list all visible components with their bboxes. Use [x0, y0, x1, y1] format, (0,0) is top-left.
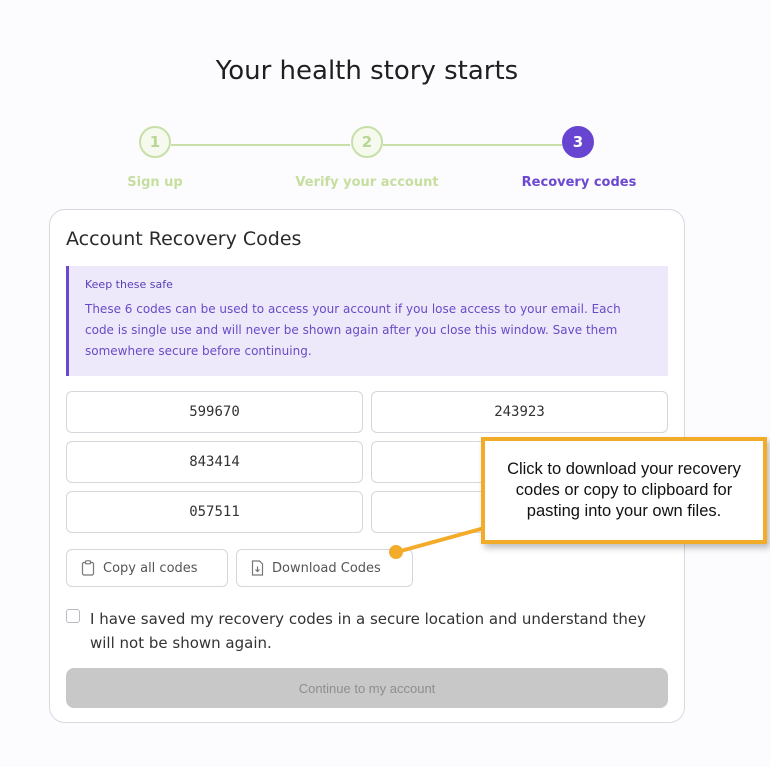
step-1-label: Sign up — [127, 175, 183, 190]
file-download-icon — [251, 560, 264, 576]
page-title: Your health story starts — [215, 56, 519, 86]
step-3-circle: 3 — [562, 126, 594, 158]
recovery-code-5[interactable]: 057511 — [66, 491, 363, 533]
safety-notice: Keep these safe These 6 codes can be use… — [66, 266, 668, 376]
saved-codes-checkbox-label[interactable]: I have saved my recovery codes in a secu… — [90, 607, 668, 655]
step-connector-1 — [171, 144, 350, 146]
step-1-circle: 1 — [139, 126, 171, 158]
continue-button[interactable]: Continue to my account — [66, 668, 668, 708]
notice-heading: Keep these safe — [85, 278, 173, 291]
download-codes-button[interactable]: Download Codes — [236, 549, 413, 587]
callout-text: Click to download your recovery codes or… — [507, 460, 741, 520]
tutorial-callout: Click to download your recovery codes or… — [481, 437, 767, 544]
step-3-label: Recovery codes — [521, 175, 637, 190]
recovery-code-1[interactable]: 599670 — [66, 391, 363, 433]
clipboard-icon — [81, 560, 95, 576]
step-2-circle: 2 — [351, 126, 383, 158]
recovery-code-3[interactable]: 843414 — [66, 441, 363, 483]
copy-all-codes-button[interactable]: Copy all codes — [66, 549, 228, 587]
saved-codes-checkbox[interactable] — [66, 609, 80, 623]
download-codes-label: Download Codes — [272, 560, 381, 576]
step-2-label: Verify your account — [295, 175, 439, 190]
recovery-code-2[interactable]: 243923 — [371, 391, 668, 433]
copy-all-codes-label: Copy all codes — [103, 560, 198, 576]
step-connector-2 — [383, 144, 562, 146]
stepper: 1 2 3 Sign up Verify your account Recove… — [0, 126, 770, 196]
notice-body: These 6 codes can be used to access your… — [85, 302, 621, 358]
card-title: Account Recovery Codes — [66, 228, 302, 250]
